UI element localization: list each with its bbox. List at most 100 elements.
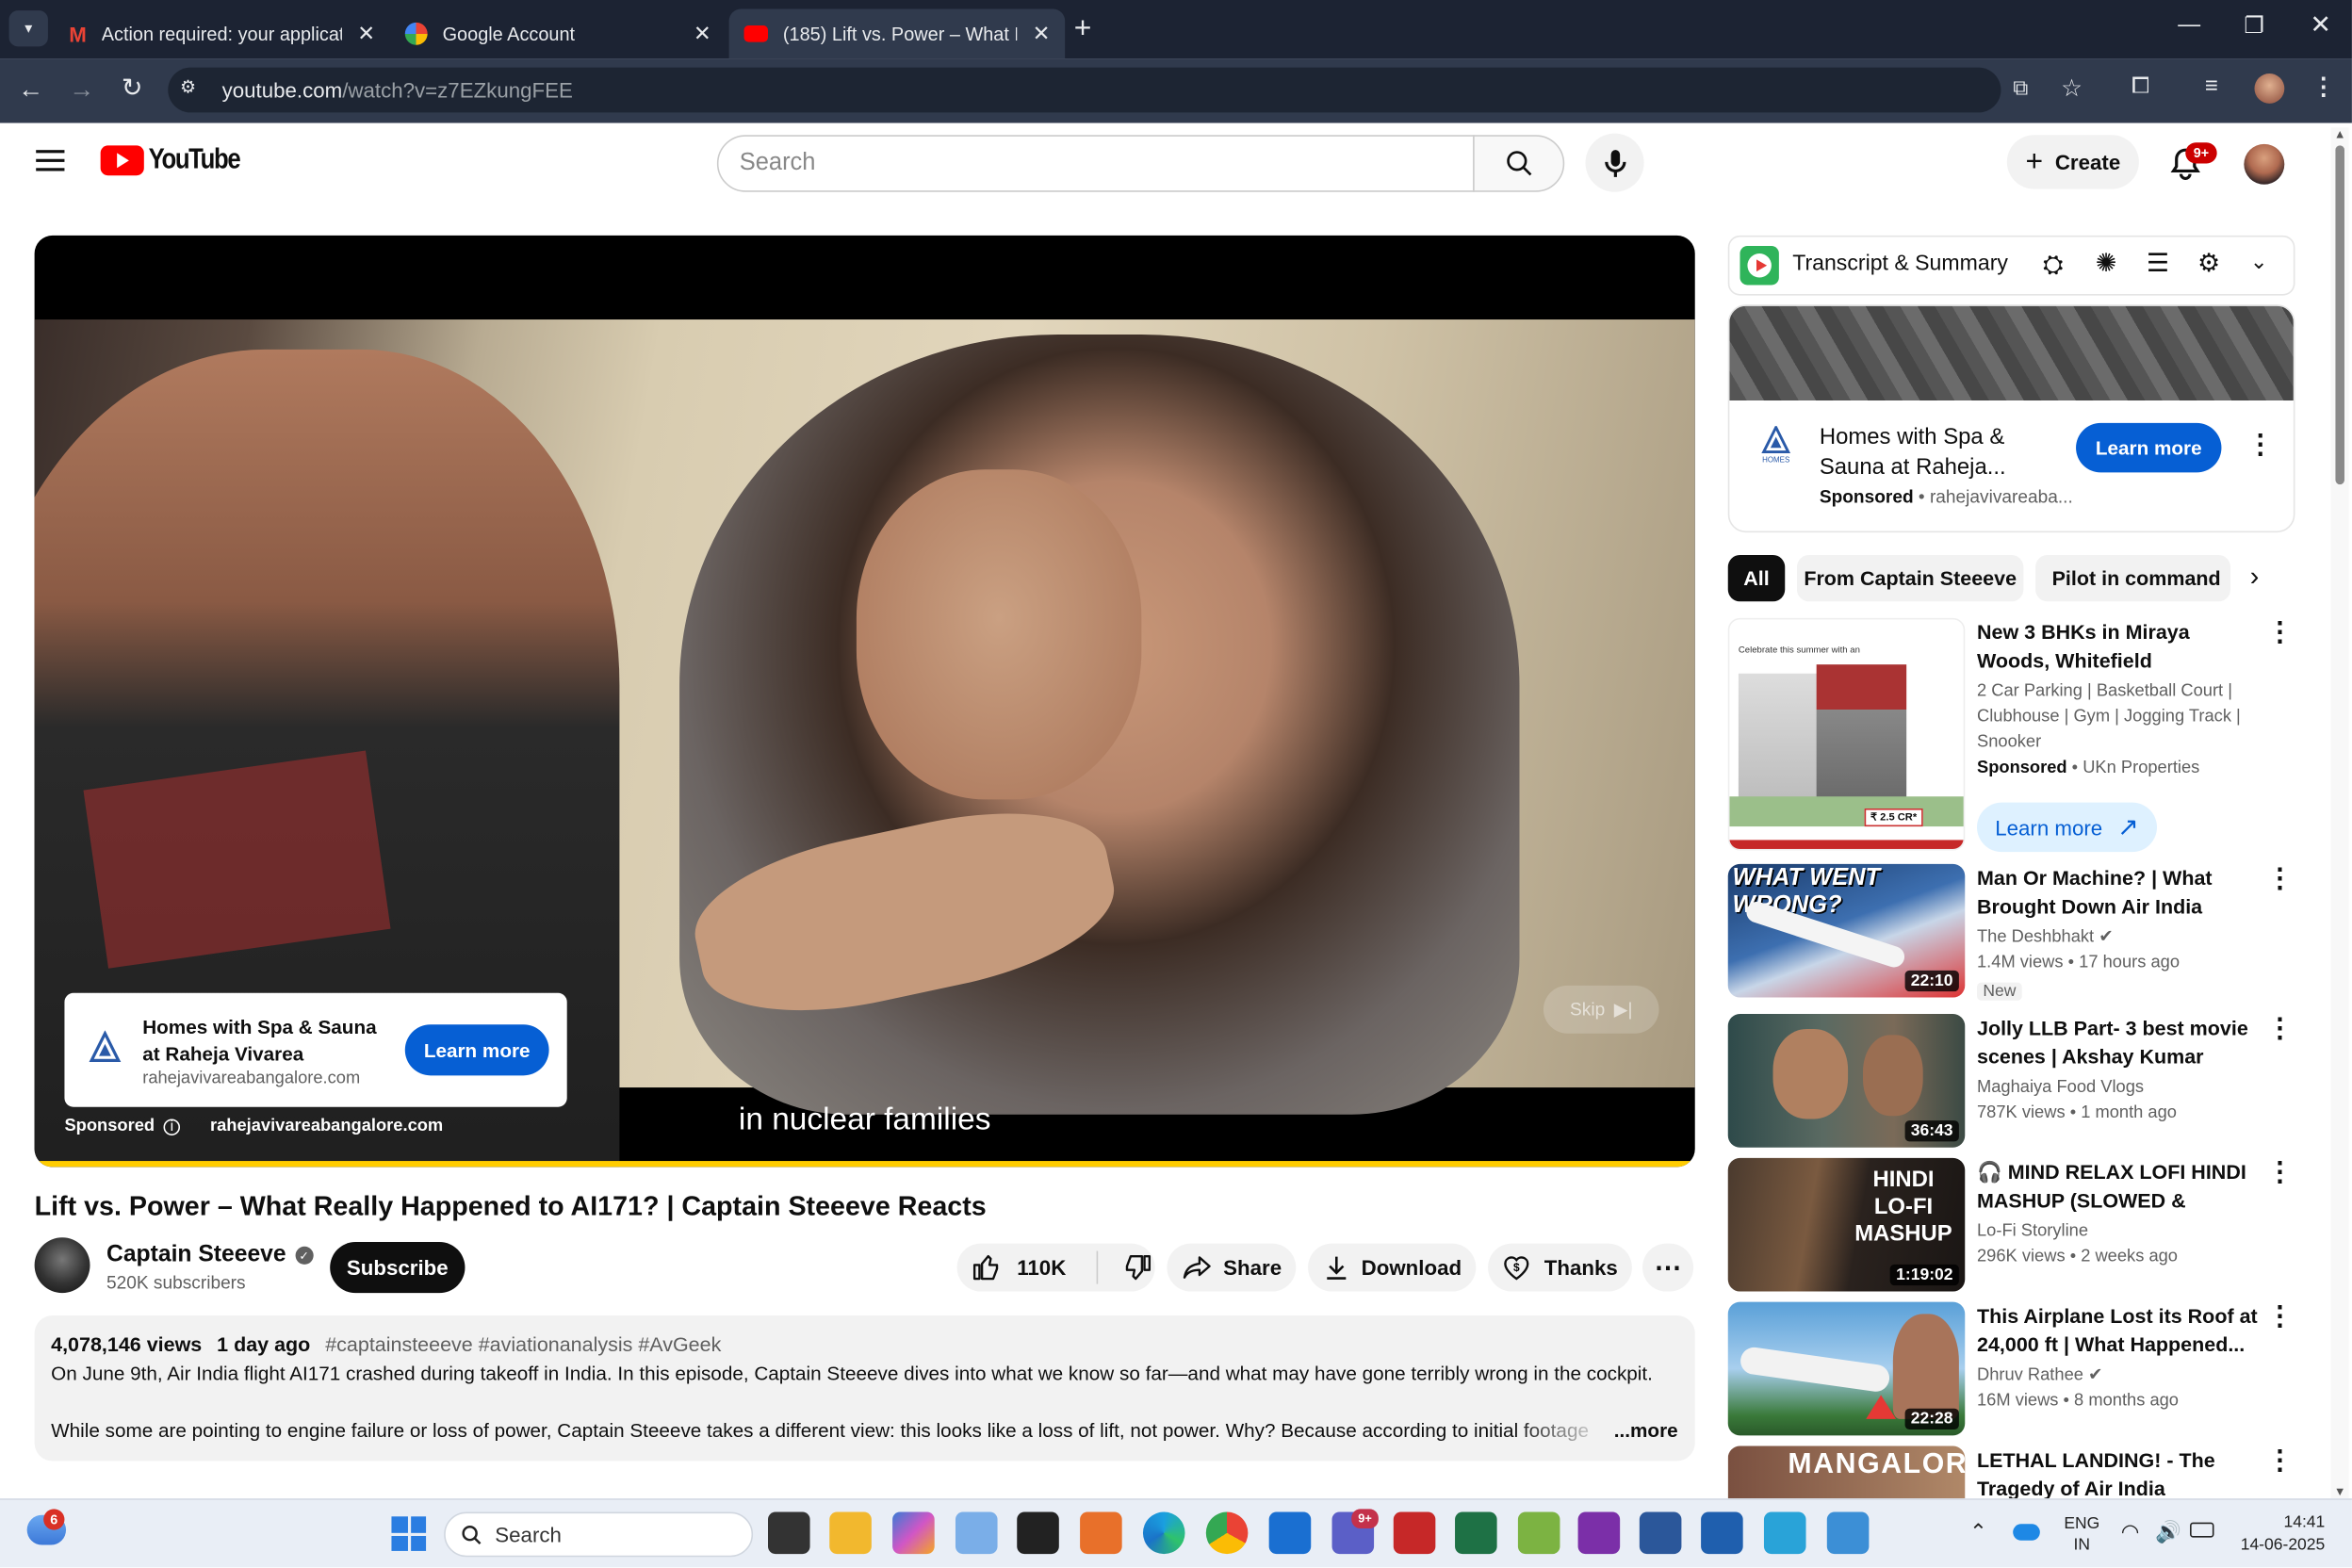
channel-name-row[interactable]: Captain Steeeve ✓: [106, 1242, 314, 1269]
more-actions-button[interactable]: ⋯: [1642, 1243, 1694, 1292]
tab-google-account[interactable]: Google Account ✕: [390, 9, 727, 59]
settings-gear-icon[interactable]: ⚙: [2197, 249, 2220, 279]
scroll-up-arrow-icon[interactable]: ▲: [2334, 127, 2346, 140]
more-vert-icon[interactable]: ⋮: [2262, 1014, 2297, 1041]
clock[interactable]: 14:41 14-06-2025: [2232, 1512, 2326, 1558]
battery-icon[interactable]: [2190, 1522, 2214, 1538]
chevron-down-icon[interactable]: ⌄: [2250, 249, 2268, 274]
close-tab-icon[interactable]: ✕: [1033, 21, 1051, 46]
more-vert-icon[interactable]: ⋮: [2262, 1446, 2297, 1473]
extensions-icon[interactable]: ⧠: [2132, 74, 2149, 99]
robot-icon[interactable]: ⛭: [2043, 251, 2064, 281]
search-input[interactable]: Search: [716, 135, 1475, 192]
browser-menu-icon[interactable]: ⋮: [2311, 72, 2335, 102]
chevron-right-icon[interactable]: ›: [2250, 561, 2260, 592]
terminal-icon[interactable]: [1017, 1511, 1059, 1555]
snip-tool-icon[interactable]: [1763, 1511, 1806, 1555]
tab-gmail[interactable]: M Action required: your applicatio ✕: [54, 9, 390, 59]
minimize-icon[interactable]: —: [2178, 12, 2200, 38]
channel-name[interactable]: Captain Steeeve: [106, 1242, 286, 1269]
subscribe-button[interactable]: Subscribe: [330, 1242, 466, 1294]
skip-ad-button[interactable]: Skip ▶|: [1543, 985, 1659, 1034]
maximize-icon[interactable]: ❐: [2244, 12, 2263, 39]
chip-all[interactable]: All: [1727, 554, 1786, 602]
remote-desktop-icon[interactable]: [1701, 1511, 1743, 1555]
taskbar-search[interactable]: Search: [444, 1511, 754, 1558]
recommended-video[interactable]: 36:43 Jolly LLB Part- 3 best movie scene…: [1727, 1014, 2298, 1149]
media-control-icon[interactable]: ≡: [2205, 74, 2218, 99]
hashtags[interactable]: #captainsteeeve #aviationanalysis #AvGee…: [325, 1333, 721, 1356]
outlook-icon[interactable]: [1268, 1511, 1312, 1555]
dislike-button[interactable]: [1121, 1252, 1152, 1282]
transcript-doc-icon[interactable]: ☰: [2147, 249, 2169, 279]
edge-browser-icon[interactable]: [1142, 1511, 1185, 1555]
recommended-video[interactable]: 22:28 This Airplane Lost its Roof at 24,…: [1727, 1301, 2298, 1437]
back-icon[interactable]: ←: [18, 75, 43, 106]
more-vert-icon[interactable]: ⋮: [2262, 864, 2297, 891]
video-player[interactable]: Skip ▶| Homes with Spa & Sauna at Raheja…: [34, 235, 1695, 1168]
thanks-button[interactable]: $ Thanks: [1488, 1243, 1632, 1292]
more-vert-icon[interactable]: ⋮: [2262, 618, 2297, 645]
snipping-icon[interactable]: [955, 1511, 998, 1555]
create-button[interactable]: + Create: [2006, 135, 2139, 189]
forward-icon[interactable]: →: [69, 75, 94, 106]
language-indicator[interactable]: ENG IN: [2064, 1513, 2099, 1556]
photos-icon[interactable]: [1826, 1511, 1870, 1555]
reload-icon[interactable]: ↻: [122, 74, 143, 104]
scroll-down-arrow-icon[interactable]: ▼: [2334, 1485, 2346, 1498]
page-scrollbar[interactable]: ▲ ▼: [2330, 127, 2349, 1499]
player-ad-card[interactable]: Homes with Spa & Sauna at Raheja Vivarea…: [64, 992, 567, 1107]
youtube-logo[interactable]: YouTube: [100, 144, 256, 177]
address-bar[interactable]: youtube.com/watch?v=z7EZkungFEE: [168, 67, 2001, 113]
download-button[interactable]: Download: [1308, 1243, 1477, 1292]
recommended-video[interactable]: HINDI LO-FI MASHUP 1:19:02 🎧 MIND RELAX …: [1727, 1157, 2298, 1293]
new-tab-icon[interactable]: +: [1074, 12, 1092, 47]
profile-avatar[interactable]: [2254, 73, 2285, 104]
scrollbar-thumb[interactable]: [2335, 145, 2344, 485]
close-window-icon[interactable]: ✕: [2310, 10, 2331, 41]
bookmark-star-icon[interactable]: ☆: [2061, 74, 2082, 104]
tray-chevron-up-icon[interactable]: ⌃: [1969, 1519, 1987, 1544]
voice-search-button[interactable]: [1585, 133, 1644, 192]
hamburger-menu-icon[interactable]: [36, 150, 65, 172]
description-more-link[interactable]: ...more: [1614, 1419, 1678, 1442]
security-app-icon[interactable]: [1393, 1511, 1436, 1555]
chart-app-icon[interactable]: [1517, 1511, 1560, 1555]
share-button[interactable]: Share: [1167, 1243, 1297, 1292]
close-tab-icon[interactable]: ✕: [357, 21, 375, 46]
chrome-browser-icon[interactable]: [1205, 1511, 1249, 1555]
close-tab-icon[interactable]: ✕: [694, 21, 711, 46]
tab-youtube[interactable]: (185) Lift vs. Power – What Reall ✕: [728, 8, 1066, 59]
file-explorer-icon[interactable]: [829, 1511, 872, 1555]
site-info-icon[interactable]: ⚙: [180, 76, 196, 97]
word-icon[interactable]: [1639, 1511, 1682, 1555]
tab-search-button[interactable]: ▾: [8, 10, 48, 47]
task-view-icon[interactable]: [768, 1511, 810, 1555]
onedrive-icon[interactable]: [2013, 1524, 2040, 1541]
volume-icon[interactable]: 🔊: [2155, 1519, 2181, 1544]
windows-start-icon[interactable]: [391, 1516, 427, 1551]
ad-progress-bar[interactable]: [34, 1161, 1695, 1168]
sponsored-recommendation[interactable]: Celebrate this summer with an ₹ 2.5 CR* …: [1727, 617, 2298, 856]
more-vert-icon[interactable]: ⋮: [2262, 1158, 2297, 1185]
recommended-video[interactable]: MANGALORE LETHAL LANDING! - The Tragedy …: [1727, 1446, 2298, 1499]
chip-from-channel[interactable]: From Captain Steeeve: [1796, 554, 2024, 602]
excel-icon[interactable]: [1455, 1511, 1497, 1555]
chip-pilot-in-command[interactable]: Pilot in command: [2035, 554, 2231, 602]
more-vert-icon[interactable]: ⋮: [2247, 429, 2275, 460]
sidebar-learn-more-button[interactable]: Learn more: [2076, 422, 2222, 473]
more-vert-icon[interactable]: ⋮: [2262, 1302, 2297, 1330]
ad-learn-more-button[interactable]: Learn more: [404, 1024, 549, 1076]
account-avatar[interactable]: [2244, 143, 2285, 185]
office-app-icon[interactable]: [1080, 1511, 1122, 1555]
recommended-video[interactable]: WHAT WENT WRONG? 22:10 Man Or Machine? |…: [1727, 863, 2298, 1001]
sponsored-learn-more-button[interactable]: Learn more ↗: [1976, 802, 2158, 853]
onenote-icon[interactable]: [1577, 1511, 1621, 1555]
search-button[interactable]: [1473, 135, 1565, 192]
chatgpt-icon[interactable]: ✺: [2096, 249, 2117, 279]
channel-avatar[interactable]: [34, 1237, 90, 1294]
m365-copilot-icon[interactable]: [892, 1511, 935, 1555]
install-app-icon[interactable]: ⧉: [2013, 75, 2028, 101]
like-button[interactable]: 110K: [972, 1252, 1066, 1282]
wifi-icon[interactable]: ◠: [2121, 1519, 2139, 1544]
